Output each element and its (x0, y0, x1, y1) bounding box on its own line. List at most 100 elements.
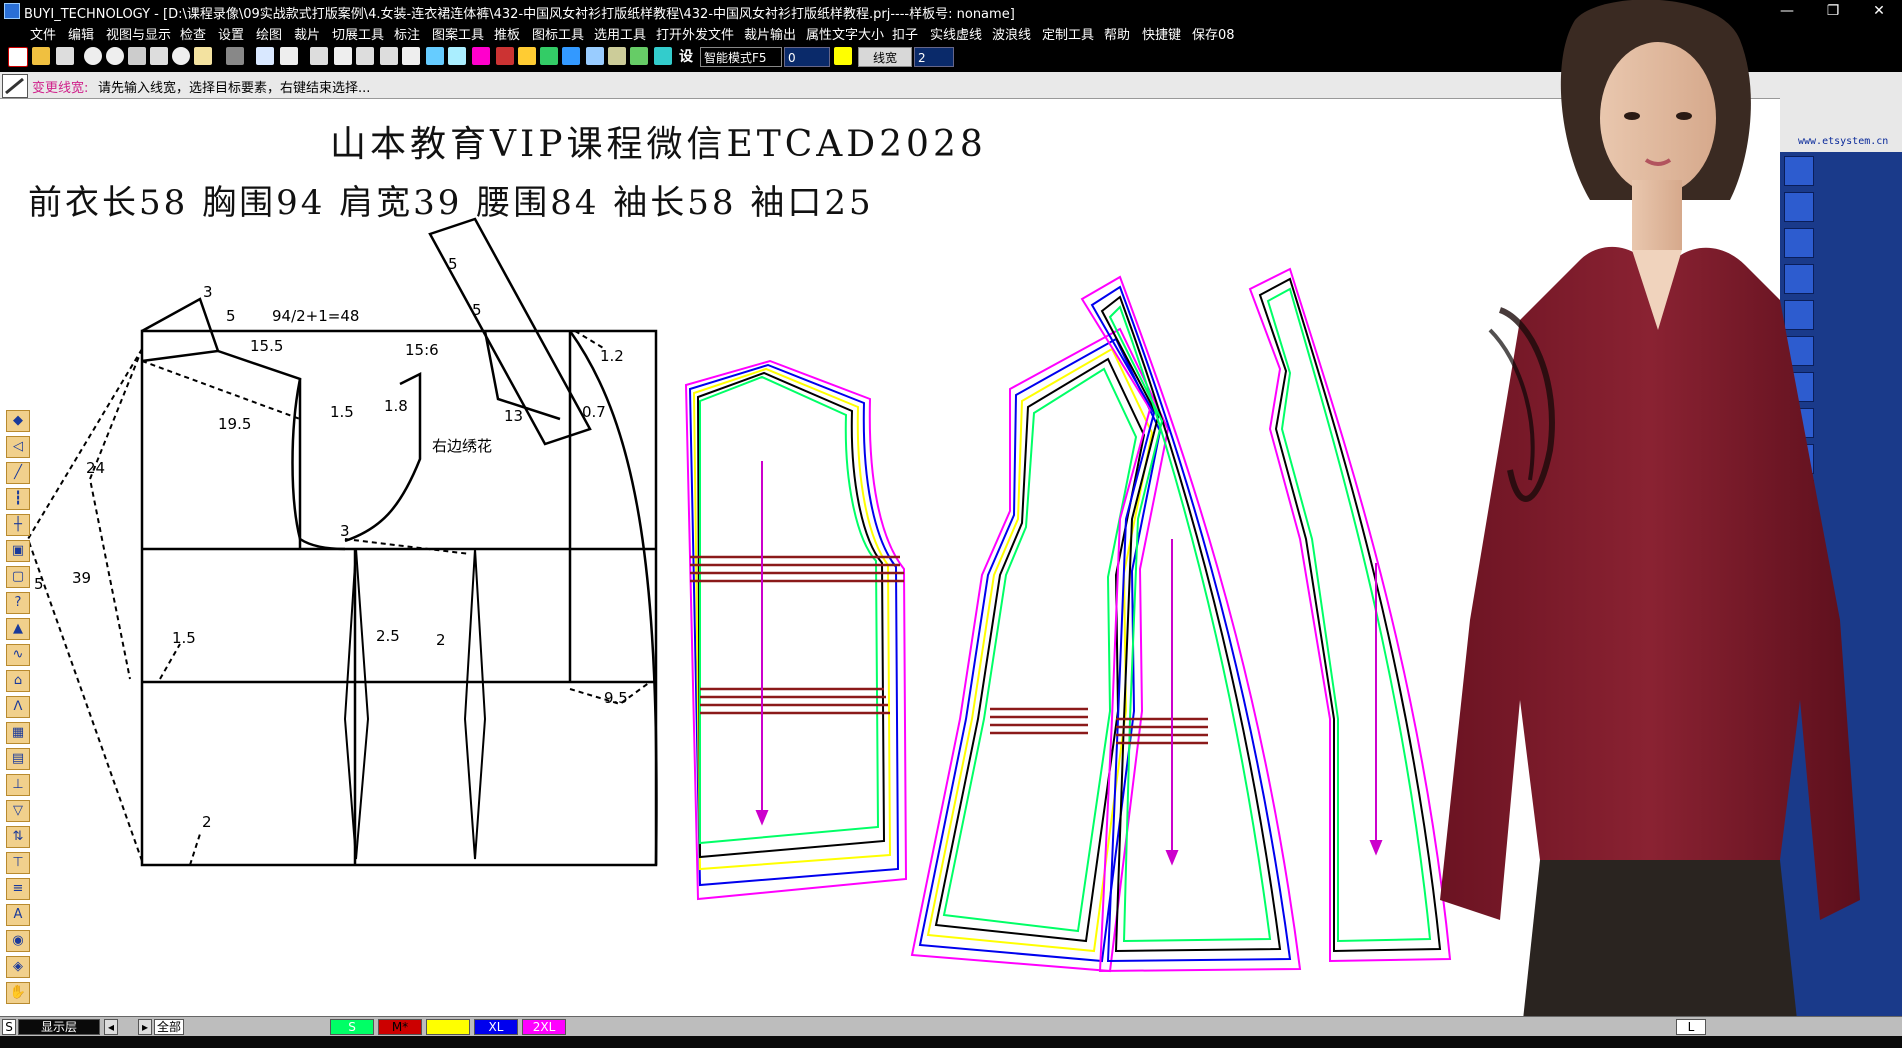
hatch-icon[interactable] (496, 47, 514, 65)
menu-shortcuts[interactable]: 快捷键 (1142, 24, 1181, 43)
size-l-chip[interactable] (426, 1019, 470, 1035)
select-arrow-icon[interactable] (256, 47, 274, 65)
menu-line-style[interactable]: 实线虚线 (930, 24, 982, 43)
ruler-tool-icon[interactable]: ┇ (6, 488, 30, 510)
button-tool-icon[interactable]: ◉ (6, 930, 30, 952)
grid-icon[interactable] (630, 47, 648, 65)
menu-edit[interactable]: 编辑 (68, 24, 94, 43)
move-icon[interactable] (280, 47, 298, 65)
grid-tool-icon[interactable]: ▦ (6, 722, 30, 744)
line-tool-icon[interactable] (310, 47, 328, 65)
menu-piece-output[interactable]: 裁片输出 (744, 24, 796, 43)
all-layers-button[interactable]: 全部 (154, 1019, 184, 1035)
seam-tool-icon[interactable]: ∿ (6, 644, 30, 666)
menu-grading[interactable]: 推板 (494, 24, 520, 43)
label-5-top: 5 (448, 255, 458, 273)
label-5-left: 5 (34, 575, 44, 593)
rect-tool-icon[interactable]: ▣ (6, 540, 30, 562)
pin-tool-icon[interactable]: ⊥ (6, 774, 30, 796)
open-folder-icon[interactable] (32, 47, 50, 65)
size-s-chip[interactable]: S (330, 1019, 374, 1035)
ruler-icon[interactable] (518, 47, 536, 65)
layers-icon[interactable] (654, 47, 672, 65)
redo-icon[interactable] (226, 47, 244, 65)
s-toggle[interactable]: S (2, 1019, 16, 1035)
menu-check[interactable]: 检查 (180, 24, 206, 43)
split-tool-icon[interactable]: ┼ (6, 514, 30, 536)
label-3: 3 (203, 283, 213, 301)
size-2xl-chip[interactable]: 2XL (522, 1019, 566, 1035)
menu-open-external[interactable]: 打开外发文件 (656, 24, 734, 43)
node-icon[interactable] (586, 47, 604, 65)
text-tool-icon[interactable]: A (6, 904, 30, 926)
piece-tool-icon[interactable]: ◆ (6, 410, 30, 432)
align-tool-icon[interactable]: ≡ (6, 878, 30, 900)
crosshair-icon[interactable] (334, 47, 352, 65)
triangle-icon[interactable] (540, 47, 558, 65)
bottom-strip (0, 1036, 1902, 1048)
angle-icon[interactable] (426, 47, 444, 65)
label-1-5: 1.5 (330, 403, 354, 421)
pan-hand-icon[interactable] (150, 47, 168, 65)
line-draw-icon[interactable]: ╱ (6, 462, 30, 484)
shape-tool-icon[interactable]: ▲ (6, 618, 30, 640)
linewidth-command-icon (2, 74, 28, 98)
menu-slash-tools[interactable]: 切展工具 (332, 24, 384, 43)
size-xl-chip[interactable]: XL (474, 1019, 518, 1035)
settings-shortcut[interactable]: 设 (676, 47, 696, 67)
menu-file[interactable]: 文件 (30, 24, 56, 43)
menu-pieces[interactable]: 裁片 (294, 24, 320, 43)
color-palette-icon[interactable] (562, 47, 580, 65)
graded-back-piece (910, 327, 1170, 973)
menu-icon-tools[interactable]: 图标工具 (532, 24, 584, 43)
level-tool-icon[interactable]: ⊤ (6, 852, 30, 874)
menu-wave-line[interactable]: 波浪线 (992, 24, 1031, 43)
menu-select-tools[interactable]: 选用工具 (594, 24, 646, 43)
dart-tool-icon[interactable]: ᐱ (6, 696, 30, 718)
hand-tool-icon[interactable]: ✋ (6, 982, 30, 1004)
size-m-chip[interactable]: M* (378, 1019, 422, 1035)
menu-help[interactable]: 帮助 (1104, 24, 1130, 43)
zoom-window-icon[interactable] (172, 47, 190, 65)
menu-annotate[interactable]: 标注 (394, 24, 420, 43)
pen-icon[interactable] (472, 47, 490, 65)
pleat-tool-icon[interactable]: ▤ (6, 748, 30, 770)
label-9-5: 9.5 (604, 689, 628, 707)
model-photo (1400, 0, 1902, 1048)
zoom-in-icon[interactable] (106, 47, 124, 65)
undo-icon[interactable] (194, 47, 212, 65)
waist-dim (159, 643, 181, 680)
menu-view[interactable]: 视图与显示 (106, 24, 171, 43)
menu-draw[interactable]: 绘图 (256, 24, 282, 43)
prev-layer-arrow-icon[interactable]: ◂ (104, 1019, 118, 1035)
triangle-tool-icon[interactable]: ▽ (6, 800, 30, 822)
zoom-out-icon[interactable] (84, 47, 102, 65)
image-icon[interactable] (608, 47, 626, 65)
next-layer-arrow-icon[interactable]: ▸ (138, 1019, 152, 1035)
save-disk-icon[interactable] (56, 47, 74, 65)
display-layer-button[interactable]: 显示层 (18, 1019, 100, 1035)
linewidth-input[interactable]: 2 (914, 47, 954, 67)
help-tool-icon[interactable]: ? (6, 592, 30, 614)
menu-buttons[interactable]: 扣子 (892, 24, 918, 43)
apply-icon[interactable] (834, 47, 852, 65)
menu-save08[interactable]: 保存08 (1192, 24, 1235, 43)
mirror-icon[interactable] (402, 47, 420, 65)
curve-tool-icon[interactable]: ◁ (6, 436, 30, 458)
new-file-icon[interactable] (8, 47, 28, 67)
fold-tool-icon[interactable]: ⇅ (6, 826, 30, 848)
fit-screen-icon[interactable] (128, 47, 146, 65)
frame-tool-icon[interactable]: ▢ (6, 566, 30, 588)
color-tool-icon[interactable]: ◈ (6, 956, 30, 978)
menu-text-size[interactable]: 属性文字大小 (806, 24, 884, 43)
notch-tool-icon[interactable]: ⌂ (6, 670, 30, 692)
menu-custom-tools[interactable]: 定制工具 (1042, 24, 1094, 43)
bottom-status-bar: S 显示层 ◂ ▸ 全部 S M* XL 2XL L (0, 1016, 1902, 1037)
menu-settings[interactable]: 设置 (218, 24, 244, 43)
value-input[interactable]: 0 (784, 47, 830, 67)
menu-pattern-tools[interactable]: 图案工具 (432, 24, 484, 43)
rotate-icon[interactable] (380, 47, 398, 65)
mode-select[interactable]: 智能模式F5 (700, 47, 782, 67)
parallel-icon[interactable] (448, 47, 466, 65)
measure-icon[interactable] (356, 47, 374, 65)
